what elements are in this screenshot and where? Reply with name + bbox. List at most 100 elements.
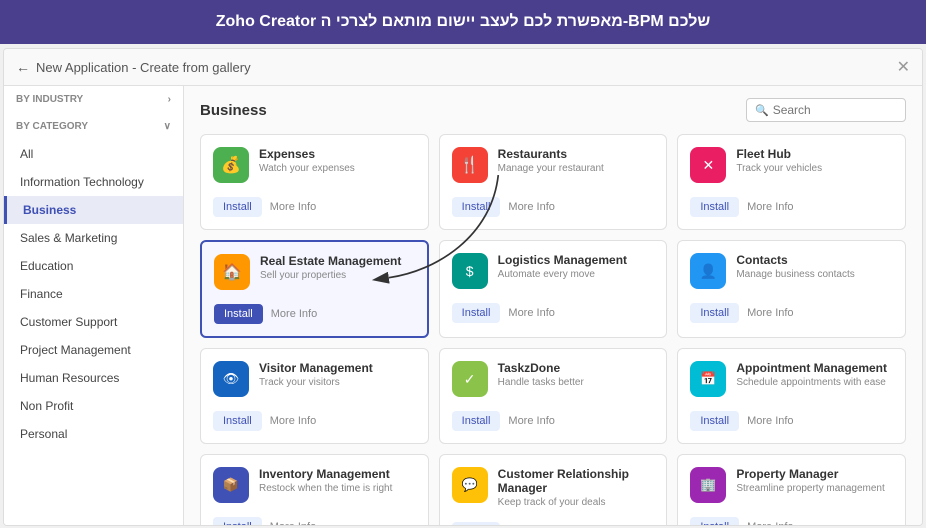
app-card-contacts: 👤 Contacts Manage business contacts Inst… xyxy=(677,240,906,338)
sidebar-item-human-resources[interactable]: Human Resources xyxy=(4,364,183,392)
app-name-contacts: Contacts xyxy=(736,253,893,267)
search-input[interactable] xyxy=(773,103,893,117)
sidebar-item-all[interactable]: All xyxy=(4,140,183,168)
app-card-logistics: $ Logistics Management Automate every mo… xyxy=(439,240,668,338)
search-icon: 🔍 xyxy=(755,104,769,117)
sidebar-item-non-profit[interactable]: Non Profit xyxy=(4,392,183,420)
more-info-button-logistics[interactable]: More Info xyxy=(508,307,554,319)
app-card-real-estate: 🏠 Real Estate Management Sell your prope… xyxy=(200,240,429,338)
app-card-appointment: 📅 Appointment Management Schedule appoin… xyxy=(677,348,906,444)
app-icon-expenses: 💰 xyxy=(213,147,249,183)
app-desc-expenses: Watch your expenses xyxy=(259,163,416,174)
sidebar-by-industry[interactable]: BY INDUSTRY › xyxy=(4,86,183,113)
more-info-button-appointment[interactable]: More Info xyxy=(747,415,793,427)
install-button-contacts[interactable]: Install xyxy=(690,303,739,323)
app-name-expenses: Expenses xyxy=(259,147,416,161)
sidebar: BY INDUSTRY › BY CATEGORY ∨ All Informat… xyxy=(4,86,184,525)
app-icon-contacts: 👤 xyxy=(690,253,726,289)
app-name-property-manager: Property Manager xyxy=(736,467,893,481)
app-card-visitor: 👁 Visitor Management Track your visitors… xyxy=(200,348,429,444)
app-desc-crm: Keep track of your deals xyxy=(498,497,655,508)
app-name-logistics: Logistics Management xyxy=(498,253,655,267)
content-title: Business xyxy=(200,102,267,119)
more-info-button-restaurants[interactable]: More Info xyxy=(508,201,554,213)
install-button-fleet-hub[interactable]: Install xyxy=(690,197,739,217)
app-icon-property-manager: 🏢 xyxy=(690,467,726,503)
install-button-crm[interactable]: Install xyxy=(452,522,501,525)
install-button-visitor[interactable]: Install xyxy=(213,411,262,431)
search-box[interactable]: 🔍 xyxy=(746,98,906,122)
app-desc-restaurants: Manage your restaurant xyxy=(498,163,655,174)
sidebar-item-sales-marketing[interactable]: Sales & Marketing xyxy=(4,224,183,252)
app-name-taskzdone: TaskzDone xyxy=(498,361,655,375)
more-info-button-taskzdone[interactable]: More Info xyxy=(508,415,554,427)
install-button-expenses[interactable]: Install xyxy=(213,197,262,217)
install-button-restaurants[interactable]: Install xyxy=(452,197,501,217)
app-card-inventory: 📦 Inventory Management Restock when the … xyxy=(200,454,429,525)
modal: ← New Application - Create from gallery … xyxy=(3,48,923,526)
app-card-restaurants: 🍴 Restaurants Manage your restaurant Ins… xyxy=(439,134,668,230)
app-icon-appointment: 📅 xyxy=(690,361,726,397)
sidebar-item-project-management[interactable]: Project Management xyxy=(4,336,183,364)
sidebar-item-customer-support[interactable]: Customer Support xyxy=(4,308,183,336)
app-name-fleet-hub: Fleet Hub xyxy=(736,147,893,161)
app-name-visitor: Visitor Management xyxy=(259,361,416,375)
back-button[interactable]: ← xyxy=(16,59,30,75)
more-info-button-contacts[interactable]: More Info xyxy=(747,307,793,319)
app-card-fleet-hub: ✕ Fleet Hub Track your vehicles Install … xyxy=(677,134,906,230)
app-icon-crm: 💬 xyxy=(452,467,488,503)
app-name-crm: Customer Relationship Manager xyxy=(498,467,655,495)
app-card-crm: 💬 Customer Relationship Manager Keep tra… xyxy=(439,454,668,525)
sidebar-item-information-technology[interactable]: Information Technology xyxy=(4,168,183,196)
sidebar-item-business[interactable]: Business xyxy=(4,196,183,224)
modal-body: BY INDUSTRY › BY CATEGORY ∨ All Informat… xyxy=(4,86,922,525)
sidebar-item-finance[interactable]: Finance xyxy=(4,280,183,308)
modal-header: ← New Application - Create from gallery … xyxy=(4,49,922,86)
app-icon-inventory: 📦 xyxy=(213,467,249,503)
top-banner: שלכם BPM-מאפשרת לכם לעצב יישום מותאם לצר… xyxy=(0,0,926,44)
banner-text: שלכם BPM-מאפשרת לכם לעצב יישום מותאם לצר… xyxy=(216,13,711,31)
more-info-button-real-estate[interactable]: More Info xyxy=(271,308,317,320)
app-icon-visitor: 👁 xyxy=(213,361,249,397)
app-desc-property-manager: Streamline property management xyxy=(736,483,893,494)
app-icon-real-estate: 🏠 xyxy=(214,254,250,290)
app-name-restaurants: Restaurants xyxy=(498,147,655,161)
app-desc-inventory: Restock when the time is right xyxy=(259,483,416,494)
app-desc-appointment: Schedule appointments with ease xyxy=(736,377,893,388)
app-desc-taskzdone: Handle tasks better xyxy=(498,377,655,388)
sidebar-item-education[interactable]: Education xyxy=(4,252,183,280)
app-name-inventory: Inventory Management xyxy=(259,467,416,481)
app-desc-logistics: Automate every move xyxy=(498,269,655,280)
app-name-appointment: Appointment Management xyxy=(736,361,893,375)
app-name-real-estate: Real Estate Management xyxy=(260,254,415,268)
more-info-button-fleet-hub[interactable]: More Info xyxy=(747,201,793,213)
sidebar-item-personal[interactable]: Personal xyxy=(4,420,183,448)
app-card-property-manager: 🏢 Property Manager Streamline property m… xyxy=(677,454,906,525)
install-button-property-manager[interactable]: Install xyxy=(690,517,739,525)
apps-grid: 💰 Expenses Watch your expenses Install M… xyxy=(200,134,906,525)
modal-title: New Application - Create from gallery xyxy=(36,60,897,75)
more-info-button-visitor[interactable]: More Info xyxy=(270,415,316,427)
install-button-taskzdone[interactable]: Install xyxy=(452,411,501,431)
app-card-taskzdone: ✓ TaskzDone Handle tasks better Install … xyxy=(439,348,668,444)
app-desc-visitor: Track your visitors xyxy=(259,377,416,388)
app-icon-logistics: $ xyxy=(452,253,488,289)
sidebar-by-category[interactable]: BY CATEGORY ∨ xyxy=(4,113,183,140)
install-button-appointment[interactable]: Install xyxy=(690,411,739,431)
install-button-inventory[interactable]: Install xyxy=(213,517,262,525)
app-desc-fleet-hub: Track your vehicles xyxy=(736,163,893,174)
more-info-button-property-manager[interactable]: More Info xyxy=(747,521,793,525)
install-button-real-estate[interactable]: Install xyxy=(214,304,263,324)
content-area: Business 🔍 💰 Expenses Watch your expense… xyxy=(184,86,922,525)
install-button-logistics[interactable]: Install xyxy=(452,303,501,323)
app-icon-taskzdone: ✓ xyxy=(452,361,488,397)
app-desc-real-estate: Sell your properties xyxy=(260,270,415,281)
more-info-button-inventory[interactable]: More Info xyxy=(270,521,316,525)
app-desc-contacts: Manage business contacts xyxy=(736,269,893,280)
app-icon-restaurants: 🍴 xyxy=(452,147,488,183)
app-icon-fleet-hub: ✕ xyxy=(690,147,726,183)
close-button[interactable]: ✕ xyxy=(897,57,910,77)
content-header: Business 🔍 xyxy=(200,98,906,122)
app-card-expenses: 💰 Expenses Watch your expenses Install M… xyxy=(200,134,429,230)
more-info-button-expenses[interactable]: More Info xyxy=(270,201,316,213)
